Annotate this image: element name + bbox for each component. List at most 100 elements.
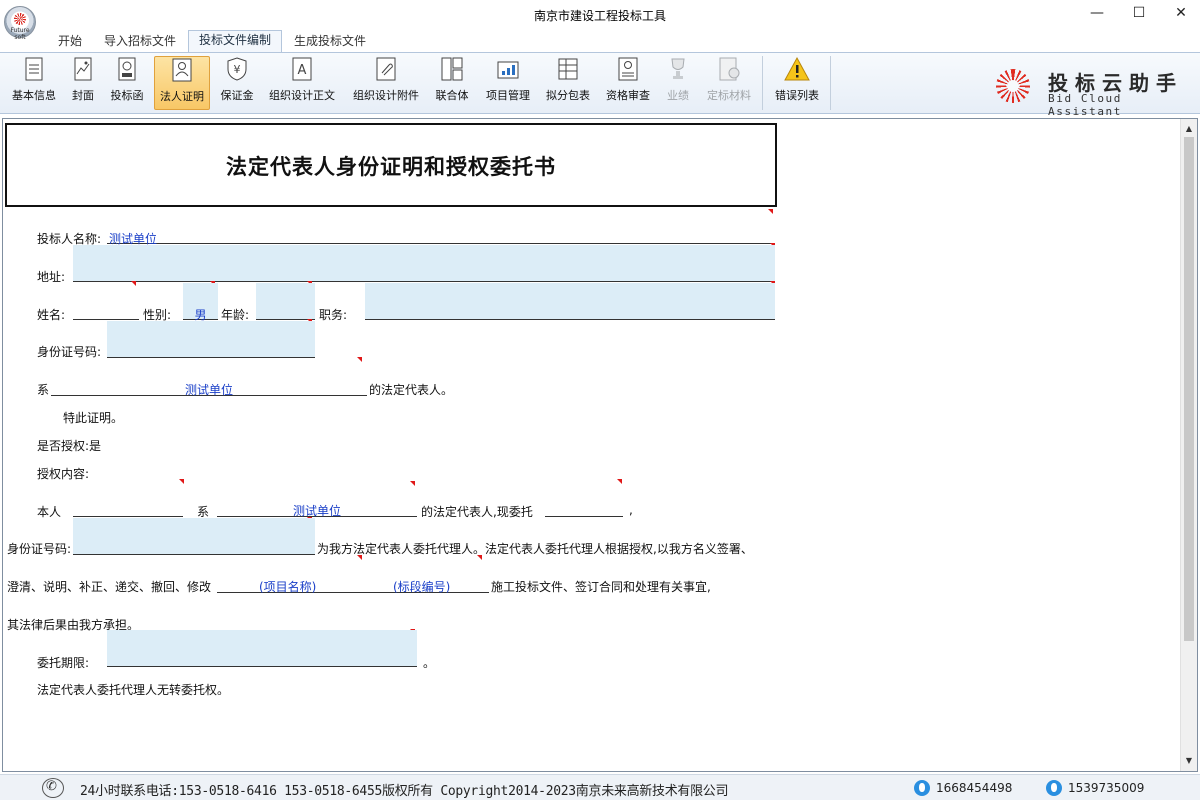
brand-burst-icon [996,69,1030,103]
org-design-attachment-icon [376,57,396,81]
agent-name-field[interactable] [545,500,623,517]
svg-text:¥: ¥ [234,63,241,76]
tool-org-design-text[interactable]: A 组织设计正文 [264,56,340,110]
tab-bid-editing[interactable]: 投标文件编制 [188,30,283,52]
document-title: 法定代表人身份证明和授权委托书 [226,154,556,179]
close-button[interactable]: ✕ [1166,4,1196,24]
subcontract-icon [558,58,578,80]
certify-text: 特此证明。 [63,411,124,425]
principal-name-field[interactable] [73,500,183,517]
entrust-text: 的法定代表人,现委托 [421,505,533,519]
deposit-icon: ¥ [227,57,247,81]
minimize-button[interactable]: — [1082,4,1112,24]
position-label: 职务: [319,308,348,322]
svg-text:A: A [298,63,307,78]
ribbon-tabs: 开始 导入招标文件 投标文件编制 生成投标文件 [48,30,378,52]
xi-label: 系 [37,383,50,397]
actions-text: 澄清、说明、补正、递交、撤回、修改 [7,580,212,594]
term-field[interactable] [107,630,417,667]
field-marker [357,555,362,560]
self-label: 本人 [37,505,62,519]
company2-value: 测试单位 [292,504,341,518]
id-field[interactable] [107,321,315,358]
auth-content-label: 授权内容: [37,467,90,481]
name-field[interactable] [73,303,139,320]
agent-text: 为我方法定代表人委托代理人。法定代表人委托代理人根据授权,以我方名义签署、 [317,542,753,556]
tool-award-material[interactable]: 定标材料 [702,56,756,110]
tool-project-management[interactable]: 项目管理 [482,56,534,110]
address-field[interactable] [73,245,775,282]
ribbon-separator [830,56,831,110]
id-label: 身份证号码: [37,345,102,359]
tool-error-list[interactable]: 错误列表 [770,56,824,110]
document-title-box: 法定代表人身份证明和授权委托书 [5,123,777,207]
legal-person-icon [172,58,192,82]
award-material-icon [719,57,740,81]
scroll-thumb[interactable] [1184,137,1194,641]
address-label: 地址: [37,270,66,284]
scroll-down-icon[interactable]: ▼ [1181,753,1197,769]
cover-icon [74,57,92,81]
term-label: 委托期限: [37,656,90,670]
vertical-scrollbar[interactable]: ▲ ▼ [1180,119,1197,771]
tool-deposit[interactable]: ¥ 保证金 [216,56,258,110]
tool-subcontract[interactable]: 拟分包表 [542,56,594,110]
tab-generate-bid[interactable]: 生成投标文件 [284,32,376,52]
comma-text: , [629,503,633,517]
tool-performance[interactable]: 业绩 [662,56,694,110]
no-transfer-text: 法定代表人委托代理人无转委托权。 [37,683,230,697]
name-label: 姓名: [37,308,66,322]
brand-name-en: Bid Cloud Assistant [1048,92,1123,118]
brand-logo: 投标云助手 Bid Cloud Assistant [996,67,1192,118]
position-field[interactable] [365,283,775,320]
construction-text: 施工投标文件、签订合同和处理有关事宜, [491,580,711,594]
tool-legal-person[interactable]: 法人证明 [154,56,210,110]
qq-icon[interactable] [1046,780,1062,796]
document-area: 法定代表人身份证明和授权委托书 投标人名称: 测试单位 地址: 姓名: 性别: … [2,118,1198,772]
field-marker [179,479,184,484]
qq-icon[interactable] [914,780,930,796]
scroll-up-icon[interactable]: ▲ [1181,121,1197,137]
tool-basic-info[interactable]: 基本信息 [8,56,60,110]
window-title: 南京市建设工程投标工具 [533,9,666,23]
bid-letter-icon [118,57,136,81]
ribbon-toolbar: 基本信息 封面 投标函 法人证明 ¥ 保证金 A 组织设计正文 组织设计附件 联… [0,52,1200,118]
field-marker [477,555,482,560]
tool-org-design-attachment[interactable]: 组织设计附件 [348,56,424,110]
qq-number-1[interactable]: 1668454498 [936,781,1012,795]
field-marker [357,357,362,362]
basic-info-icon [25,57,43,81]
field-marker [617,479,622,484]
phone-icon [42,778,64,798]
legal-rep-suffix: 的法定代表人。 [369,383,454,397]
tab-start[interactable]: 开始 [48,32,92,52]
field-marker [410,481,415,486]
performance-icon [671,58,685,79]
qq-number-2[interactable]: 1539735009 [1068,781,1144,795]
bidder-field[interactable] [107,228,775,244]
ribbon-separator [762,56,763,110]
project-name-value: (项目名称) [259,580,317,594]
maximize-button[interactable]: ☐ [1124,4,1154,24]
qualification-icon [618,57,638,81]
company-value: 测试单位 [184,383,233,397]
status-bar: 24小时联系电话:153-0518-6416 153-0518-6455版权所有… [0,774,1200,800]
org-design-text-icon: A [292,57,312,81]
tool-bid-letter[interactable]: 投标函 [106,56,148,110]
consortium-icon [441,57,463,81]
age-field[interactable] [256,283,315,320]
field-marker [768,209,773,214]
tool-qualification[interactable]: 资格审查 [602,56,654,110]
term-period: 。 [423,656,436,670]
title-bar: Future soft 南京市建设工程投标工具 — ☐ ✕ [0,0,1200,41]
tool-consortium[interactable]: 联合体 [432,56,472,110]
tool-cover[interactable]: 封面 [66,56,100,110]
contact-text: 24小时联系电话:153-0518-6416 153-0518-6455版权所有… [80,784,729,799]
warning-icon [784,56,810,81]
authorized-text: 是否授权:是 [37,439,102,453]
agent-id-field[interactable] [73,518,315,555]
app-logo-text: Future soft [10,27,30,41]
project-management-icon [497,61,519,79]
field-marker [131,281,136,286]
tab-import-tender[interactable]: 导入招标文件 [94,32,186,52]
